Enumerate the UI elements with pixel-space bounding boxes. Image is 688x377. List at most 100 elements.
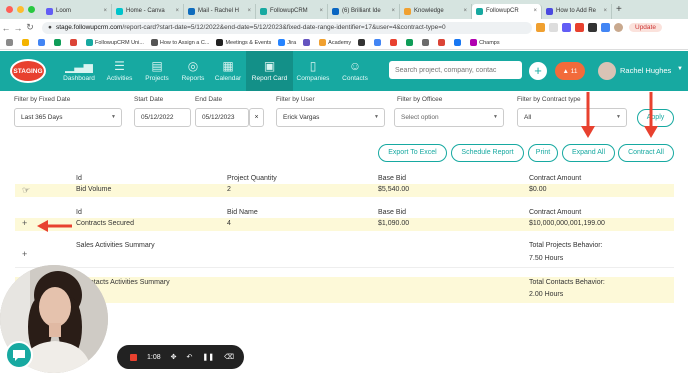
print-button[interactable]: Print — [528, 144, 558, 162]
url-field[interactable]: ● stage.followupcrm.com/report-card?star… — [42, 21, 532, 34]
forward-icon[interactable]: → — [12, 23, 24, 33]
nav-item-calendar[interactable]: ▦ Calendar — [210, 51, 246, 91]
close-tab-icon[interactable]: × — [100, 8, 107, 14]
undo-icon[interactable]: ↶ — [187, 353, 193, 361]
extensions-puzzle-icon[interactable] — [588, 23, 597, 32]
end-date-input[interactable]: 05/12/2023 — [195, 108, 249, 127]
browser-tab-bar: Loom × Home - Canva × Mail - Rachel H × Follow… — [0, 0, 688, 19]
notifications-badge[interactable]: ▲ 11 — [555, 62, 585, 80]
bookmark-item[interactable] — [70, 39, 79, 46]
close-tab-icon[interactable]: × — [244, 8, 251, 14]
bookmark-item[interactable] — [422, 39, 431, 46]
officee-filter-placeholder: Select option — [401, 114, 439, 121]
expand-all-button[interactable]: Expand All — [562, 144, 615, 162]
share-icon[interactable] — [536, 23, 545, 32]
bookmark-item[interactable] — [54, 39, 63, 46]
table-row: ☞ Bid Volume 2 $5,540.00 $0.00 — [15, 184, 674, 197]
minimize-window-icon[interactable] — [17, 6, 24, 13]
bookmark-item[interactable] — [406, 39, 415, 46]
close-tab-icon[interactable]: × — [600, 8, 607, 14]
bookmark-item[interactable] — [6, 39, 15, 46]
nav-item-reports[interactable]: ◎ Reports — [176, 51, 210, 91]
close-tab-icon[interactable]: × — [460, 8, 467, 14]
bookmark-item[interactable] — [22, 39, 31, 46]
bookmark-item[interactable] — [38, 39, 47, 46]
browser-tab[interactable]: FollowupCRM × — [256, 3, 328, 19]
delete-icon[interactable]: ⌫ — [224, 353, 234, 361]
browser-tab[interactable]: FollowupCR × — [472, 3, 542, 19]
nav-item-label: Report Card — [251, 75, 288, 82]
user-name[interactable]: Rachel Hughes — [620, 66, 671, 75]
new-tab-icon[interactable]: + — [616, 4, 622, 15]
nav-item-companies[interactable]: ▯ Companies — [293, 51, 333, 91]
add-button[interactable]: + — [529, 62, 547, 80]
target-icon: ◎ — [187, 59, 199, 73]
bookmark-item[interactable] — [438, 39, 447, 46]
nav-item-label: Companies — [296, 75, 330, 82]
close-tab-icon[interactable]: × — [316, 8, 323, 14]
draw-tool-icon[interactable]: ✥ — [171, 353, 177, 361]
header-contract-amount: Contract Amount — [529, 209, 582, 216]
stop-recording-icon[interactable] — [130, 353, 137, 361]
close-tab-icon[interactable]: × — [530, 8, 537, 14]
browser-tab[interactable]: (6) Brilliant Ide × — [328, 3, 400, 19]
nav-item-report-card[interactable]: ▣ Report Card — [246, 51, 293, 91]
fixed-date-select[interactable]: Last 365 Days ▼ — [14, 108, 122, 127]
search-input[interactable] — [389, 61, 522, 79]
bookmark-item[interactable] — [303, 39, 312, 46]
bookmark-item[interactable] — [374, 39, 383, 46]
bookmark-item[interactable]: Jira — [278, 39, 296, 46]
contract-type-select[interactable]: All ▼ — [517, 108, 627, 127]
bookmark-star-icon[interactable] — [549, 23, 558, 32]
back-icon[interactable]: ← — [0, 23, 12, 33]
nav-item-label: Dashboard — [63, 75, 95, 82]
bookmark-item[interactable]: Academy — [319, 39, 351, 46]
nav-item-activities[interactable]: ☰ Activities — [101, 51, 138, 91]
user-filter-select[interactable]: Erick Vargas ▼ — [276, 108, 385, 127]
bookmark-item[interactable] — [454, 39, 463, 46]
bookmark-favicon-icon — [454, 39, 462, 46]
start-date-input[interactable]: 05/12/2022 — [134, 108, 191, 127]
list-icon: ☰ — [114, 59, 125, 73]
pause-icon[interactable]: ❚❚ — [202, 353, 214, 361]
browser-tab[interactable]: Mail - Rachel H × — [184, 3, 256, 19]
extension-loom-icon[interactable] — [562, 23, 571, 32]
chat-support-button[interactable] — [5, 341, 33, 369]
bookmark-favicon-icon — [390, 39, 398, 46]
schedule-report-button[interactable]: Schedule Report — [451, 144, 524, 162]
close-window-icon[interactable] — [6, 6, 13, 13]
projects-behavior-value: 7.50 Hours — [529, 255, 564, 262]
profile-avatar-icon[interactable] — [614, 23, 623, 32]
officee-filter-select[interactable]: Select option ▼ — [394, 108, 504, 127]
contract-all-button[interactable]: Contract All — [618, 144, 674, 162]
close-tab-icon[interactable]: × — [388, 8, 395, 14]
user-menu-caret-icon[interactable]: ▼ — [677, 66, 683, 72]
bookmark-item[interactable]: Champs — [470, 39, 500, 46]
browser-tab[interactable]: How to Add Re × — [542, 3, 612, 19]
avatar[interactable] — [598, 62, 616, 80]
close-tab-icon[interactable]: × — [172, 8, 179, 14]
contacts-activities-summary: ontacts Activities Summary Total Contact… — [15, 277, 674, 303]
bookmark-item[interactable]: Meetings & Events — [216, 39, 271, 46]
sidebar-icon[interactable] — [601, 23, 610, 32]
update-button[interactable]: Update — [629, 23, 662, 32]
header-contract-amount: Contract Amount — [529, 175, 582, 182]
clear-date-icon[interactable]: × — [249, 108, 264, 127]
bookmark-item[interactable]: How to Assign a C... — [150, 39, 209, 46]
maximize-window-icon[interactable] — [28, 6, 35, 13]
nav-item-contacts[interactable]: ☺ Contacts — [333, 51, 377, 91]
bookmark-item[interactable] — [390, 39, 399, 46]
bookmark-item[interactable] — [358, 39, 367, 46]
nav-item-dashboard[interactable]: ▁▃▅ Dashboard — [57, 51, 101, 91]
browser-tab[interactable]: Loom × — [42, 3, 112, 19]
extension-icon[interactable] — [575, 23, 584, 32]
staging-logo[interactable]: STAGING — [10, 59, 46, 83]
nav-item-projects[interactable]: ▤ Projects — [138, 51, 176, 91]
expand-row-button[interactable]: + — [22, 218, 27, 228]
browser-tab[interactable]: Home - Canva × — [112, 3, 184, 19]
bookmark-item[interactable]: FollowupCRM Uni... — [86, 39, 144, 46]
reload-icon[interactable]: ↻ — [24, 22, 36, 33]
export-excel-button[interactable]: Export To Excel — [378, 144, 447, 162]
browser-tab[interactable]: Knowledge × — [400, 3, 472, 19]
expand-sales-summary-button[interactable]: + — [22, 249, 27, 259]
